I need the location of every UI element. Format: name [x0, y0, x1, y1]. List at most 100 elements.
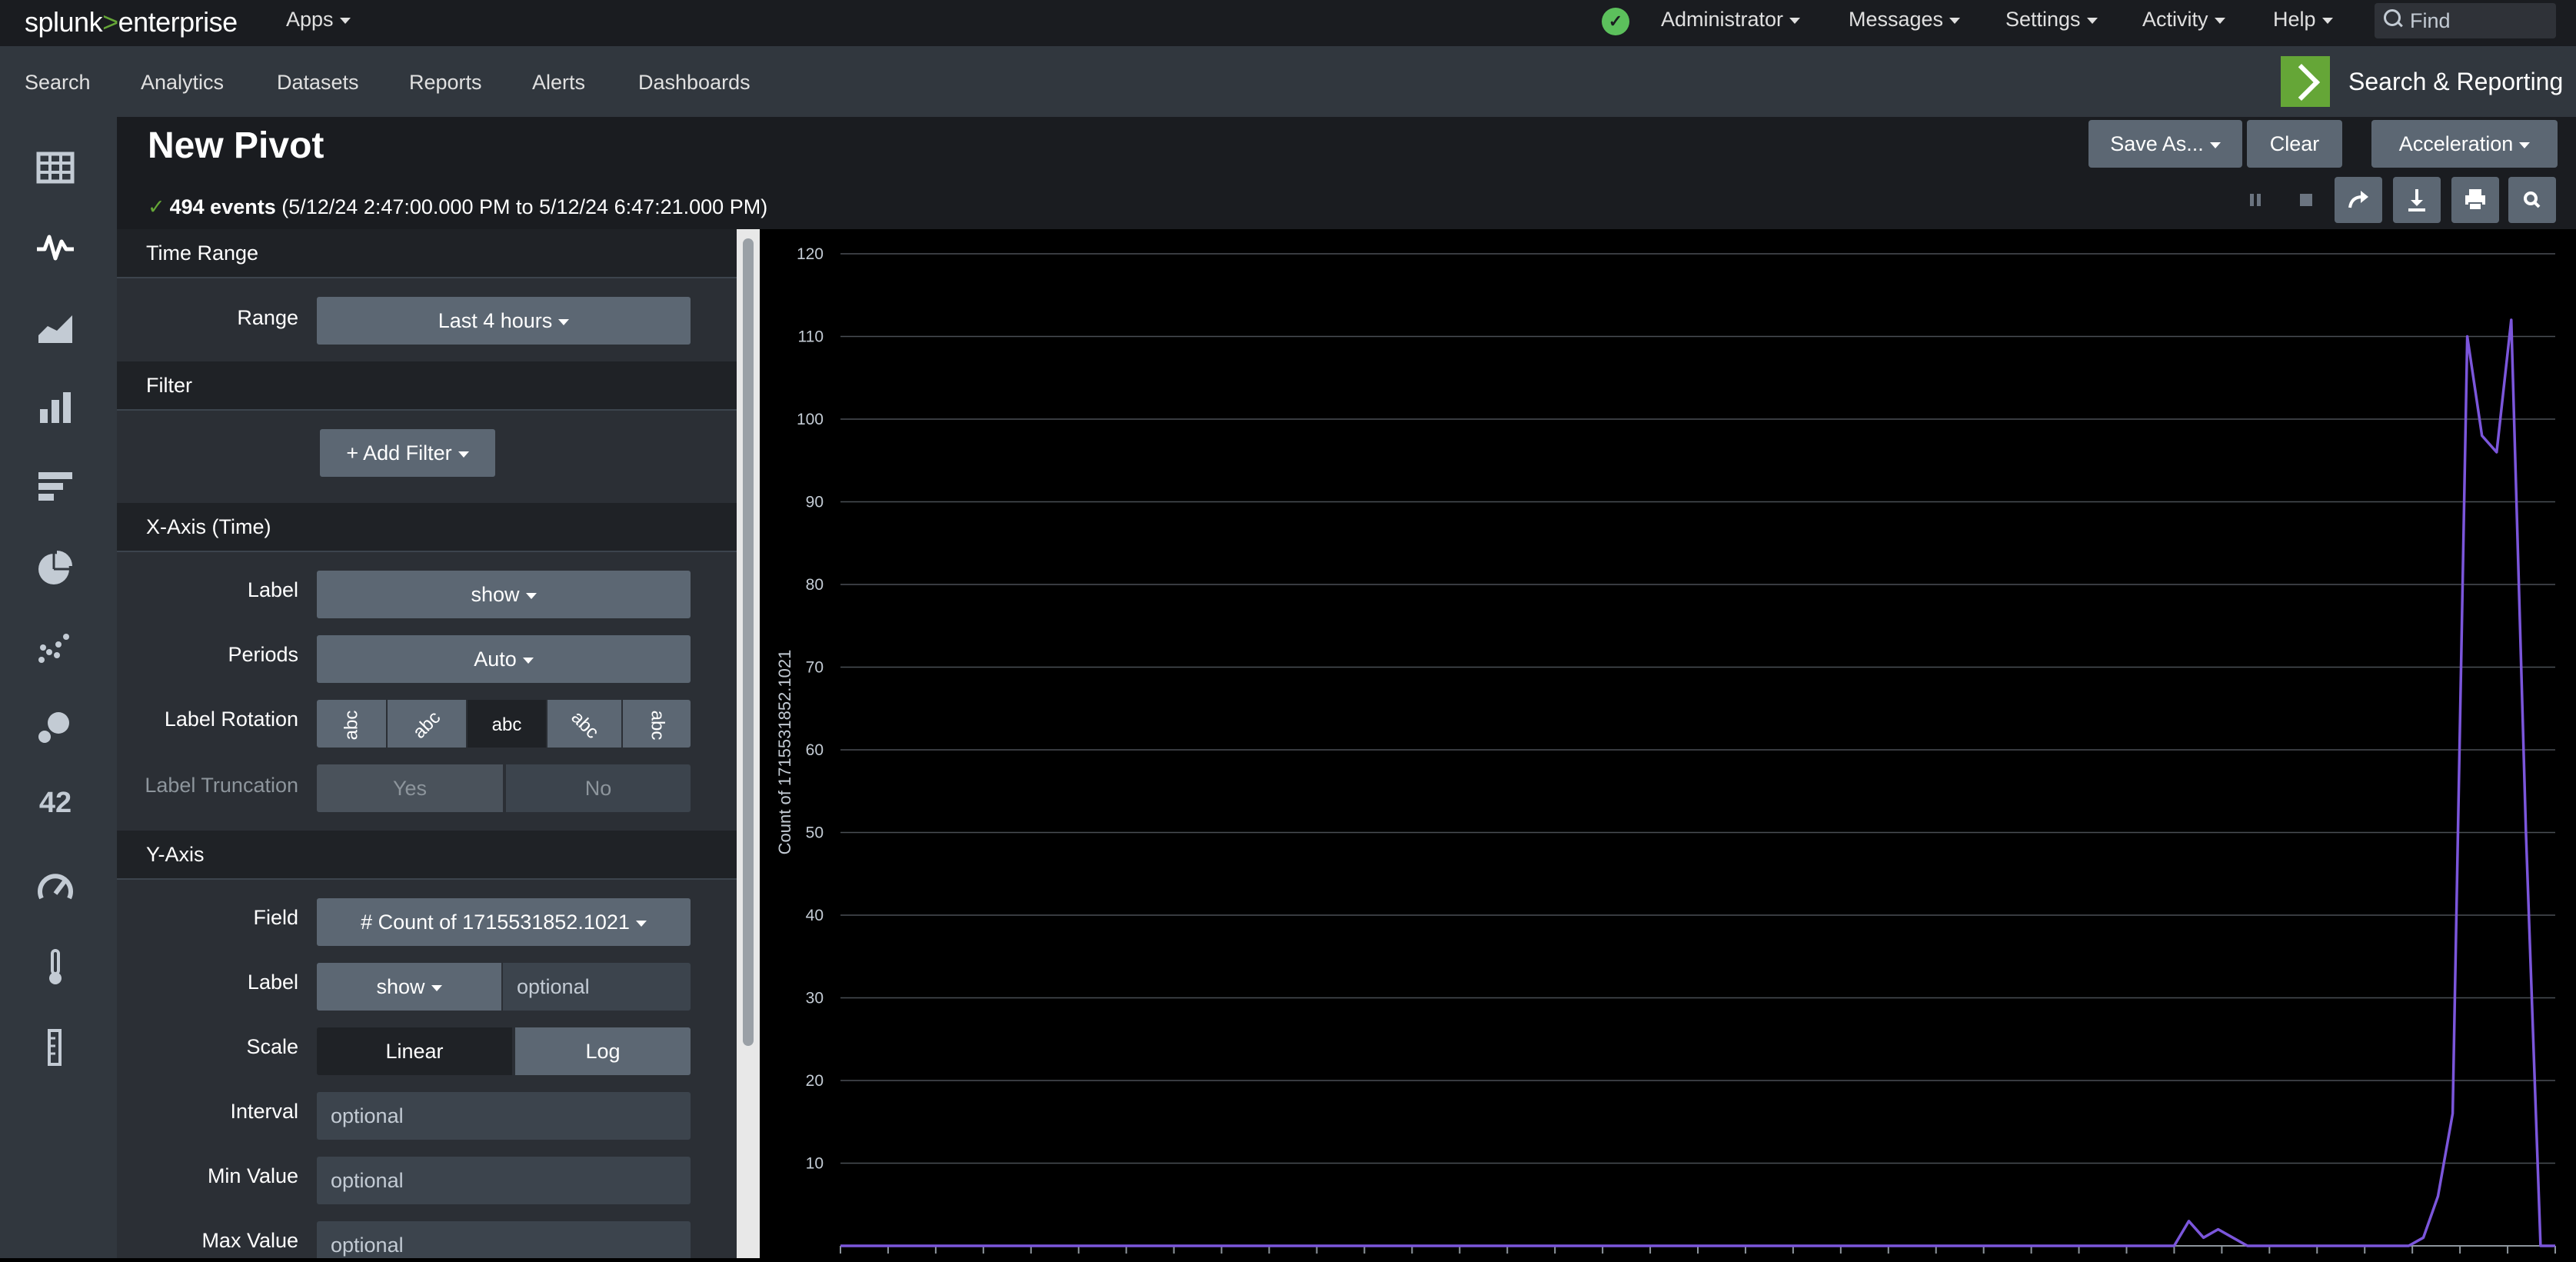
y-tick-label: 10 [806, 1155, 824, 1173]
apps-menu[interactable]: Apps [286, 8, 351, 32]
interval-input[interactable] [317, 1092, 691, 1140]
stop-icon [2300, 194, 2312, 206]
filter-section: Filter [117, 361, 737, 411]
pie-chart-icon[interactable] [35, 548, 75, 588]
y-tick-label: 60 [806, 741, 824, 759]
event-summary: ✓ 494 events (5/12/24 2:47:00.000 PM to 5… [148, 195, 767, 219]
chevron-down-icon [2519, 142, 2531, 148]
nav-reports[interactable]: Reports [409, 71, 482, 95]
help-menu[interactable]: Help [2273, 8, 2333, 32]
share-button[interactable] [2335, 177, 2382, 223]
app-logo-icon[interactable] [2281, 56, 2330, 107]
settings-menu[interactable]: Settings [2005, 8, 2098, 32]
chevron-down-icon [1949, 17, 1961, 24]
export-button[interactable] [2393, 177, 2441, 223]
messages-menu[interactable]: Messages [1849, 8, 1961, 32]
min-value-input[interactable] [317, 1157, 691, 1204]
nav-dashboards[interactable]: Dashboards [638, 71, 751, 95]
print-icon [2465, 189, 2485, 211]
max-value-input[interactable] [317, 1221, 691, 1258]
scale-linear[interactable]: Linear [317, 1027, 512, 1075]
area-chart-icon[interactable] [35, 308, 75, 348]
clear-button[interactable]: Clear [2247, 120, 2342, 168]
min-value-label: Min Value [207, 1164, 298, 1187]
section-title-time-range: Time Range [146, 241, 259, 265]
truncation-no[interactable]: No [506, 764, 691, 812]
find-input[interactable] [2408, 6, 2550, 35]
events-count[interactable]: 494 events [170, 195, 276, 218]
scale-log[interactable]: Log [515, 1027, 691, 1075]
rotation-minus-90[interactable]: abc [317, 700, 386, 748]
scatter-icon[interactable] [35, 628, 75, 668]
chevron-down-icon [635, 920, 647, 927]
periods-label: Periods [228, 643, 298, 666]
inspect-button[interactable] [2508, 177, 2556, 223]
range-value: Last 4 hours [438, 309, 553, 332]
periods-dropdown[interactable]: Auto [317, 635, 691, 683]
add-filter-button[interactable]: + Add Filter [320, 429, 495, 477]
table-icon[interactable] [35, 148, 75, 188]
chevron-down-icon [2209, 142, 2221, 148]
min-value-input-wrap [317, 1157, 691, 1204]
rotation-90[interactable]: abc [623, 700, 691, 748]
rotation-0[interactable]: abc [468, 700, 546, 748]
truncation-yes[interactable]: Yes [317, 764, 503, 812]
scrollbar-thumb[interactable] [743, 238, 754, 1046]
field-dropdown[interactable]: # Count of 1715531852.1021 [317, 898, 691, 946]
bubble-icon[interactable] [35, 708, 75, 748]
rotation-option-label: abc [408, 707, 444, 743]
stop-button[interactable] [2282, 177, 2330, 223]
y-label-input[interactable] [503, 963, 691, 1011]
y-tick-label: 40 [806, 907, 824, 924]
rotation-option-label: abc [340, 710, 361, 741]
magnifier-icon [2524, 191, 2541, 208]
x-label-label: Label [247, 578, 298, 601]
bar-chart-icon[interactable] [35, 388, 75, 428]
single-value-icon[interactable]: 42 [35, 783, 75, 823]
user-menu[interactable]: Administrator [1661, 8, 1801, 32]
acceleration-button[interactable]: Acceleration [2371, 120, 2558, 168]
series-line[interactable] [840, 318, 2555, 1247]
x-label-dropdown[interactable]: show [317, 571, 691, 618]
help-menu-label: Help [2273, 8, 2316, 31]
app-name[interactable]: Search & Reporting [2348, 68, 2563, 96]
y-label-dropdown[interactable]: show [317, 963, 501, 1011]
chevron-down-icon [458, 451, 469, 458]
y-axis-ticks: 10 20 30 40 50 60 70 80 90 100 110 120 [797, 245, 824, 1173]
pulse-icon[interactable] [35, 228, 75, 268]
events-range: (5/12/24 2:47:00.000 PM to 5/12/24 6:47:… [281, 195, 768, 218]
nav-search[interactable]: Search [25, 71, 91, 95]
user-menu-label: Administrator [1661, 8, 1784, 31]
save-as-button[interactable]: Save As... [2088, 120, 2242, 168]
rotation-45[interactable]: abc [547, 700, 621, 748]
messages-menu-label: Messages [1849, 8, 1944, 31]
gauge-icon[interactable] [35, 867, 75, 907]
pause-button[interactable] [2232, 177, 2279, 223]
y-label-value: show [376, 975, 425, 998]
panel-scrollbar[interactable] [737, 229, 760, 1258]
health-status-icon[interactable]: ✓ [1602, 8, 1629, 35]
page-title: New Pivot [148, 125, 324, 166]
periods-value: Auto [474, 648, 517, 671]
line-chart[interactable]: 10 20 30 40 50 60 70 80 90 100 110 120 Count of 171… [760, 229, 2576, 1258]
range-dropdown[interactable]: Last 4 hours [317, 297, 691, 345]
activity-menu-label: Activity [2142, 8, 2208, 31]
rotation-minus-45[interactable]: abc [388, 700, 466, 748]
horizontal-bar-icon[interactable] [35, 468, 75, 508]
find-box [2375, 3, 2556, 38]
print-button[interactable] [2451, 177, 2499, 223]
add-filter-label: + Add Filter [346, 441, 452, 465]
activity-menu[interactable]: Activity [2142, 8, 2225, 32]
filler-gauge-icon[interactable] [35, 1027, 75, 1067]
nav-analytics[interactable]: Analytics [141, 71, 224, 95]
pause-icon [2250, 194, 2261, 206]
splunk-logo[interactable]: splunk>enterprise [25, 6, 238, 38]
thermometer-icon[interactable] [35, 947, 75, 987]
section-title-filter: Filter [146, 374, 192, 397]
y-tick-label: 100 [797, 411, 824, 428]
label-truncation-label: Label Truncation [145, 774, 298, 797]
logo-splunk-text: splunk [25, 6, 103, 38]
nav-alerts[interactable]: Alerts [532, 71, 585, 95]
nav-datasets[interactable]: Datasets [277, 71, 359, 95]
y-axis-label: Count of 1715531852.1021 [775, 650, 794, 855]
